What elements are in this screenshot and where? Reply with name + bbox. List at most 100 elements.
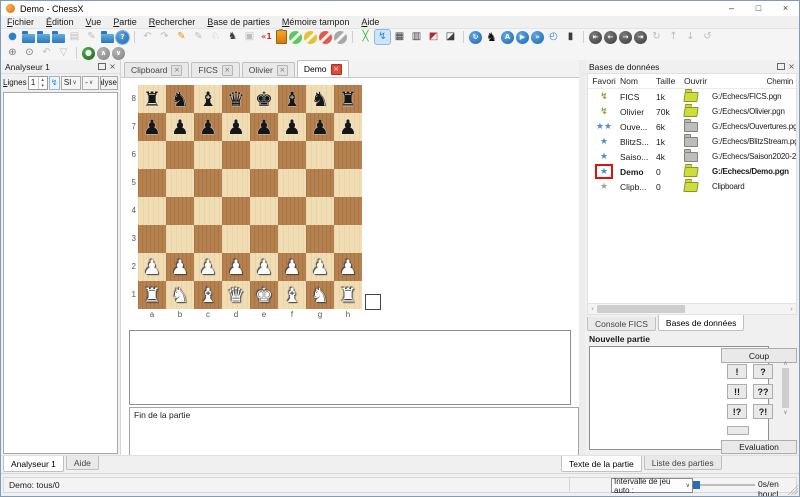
new-database-icon[interactable]: ● bbox=[5, 30, 20, 44]
database-row-clipb[interactable]: ★Clipb...0Clipboard bbox=[588, 179, 796, 194]
square-f3[interactable] bbox=[278, 225, 306, 253]
engine-match-icon[interactable]: ♞ bbox=[225, 30, 240, 44]
filter-gray-icon[interactable] bbox=[334, 31, 347, 44]
auto-respond-icon[interactable]: ◴ bbox=[546, 30, 561, 44]
square-b5[interactable] bbox=[166, 169, 194, 197]
horizontal-scrollbar[interactable]: ‹ › bbox=[587, 303, 797, 315]
filter-yellow-icon[interactable] bbox=[304, 31, 317, 44]
square-g4[interactable] bbox=[306, 197, 334, 225]
square-e7[interactable]: ♟ bbox=[250, 113, 278, 141]
close-icon[interactable]: × bbox=[222, 65, 233, 76]
engine-knight-icon[interactable]: ♞ bbox=[484, 30, 499, 44]
square-e3[interactable] bbox=[250, 225, 278, 253]
menu-m-moire-tampon[interactable]: Mémoire tampon bbox=[276, 16, 356, 28]
menu-aide[interactable]: Aide bbox=[355, 16, 385, 28]
square-a2[interactable]: ♟ bbox=[138, 253, 166, 281]
autoplay-interval-slider[interactable] bbox=[693, 481, 755, 489]
tab-fics[interactable]: FICS× bbox=[191, 62, 239, 77]
auto-annotate-icon[interactable]: A bbox=[501, 31, 514, 44]
square-b6[interactable] bbox=[166, 141, 194, 169]
zoom-out-icon[interactable]: ⊙ bbox=[22, 46, 37, 60]
board-theme-icon[interactable]: ◩ bbox=[426, 30, 441, 44]
annotation-scrollbar[interactable]: ∧ ∨ bbox=[781, 360, 790, 438]
square-e6[interactable] bbox=[250, 141, 278, 169]
tab-liste-des-parties[interactable]: Liste des parties bbox=[644, 456, 722, 470]
square-g8[interactable]: ♞ bbox=[306, 85, 334, 113]
column-header-ouvrir[interactable]: Ouvrir bbox=[680, 76, 712, 86]
square-b8[interactable]: ♞ bbox=[166, 85, 194, 113]
flash-analysis-icon[interactable]: ↯ bbox=[375, 30, 390, 44]
close-database-icon[interactable] bbox=[101, 34, 114, 43]
tab-bases-de-donn-es[interactable]: Bases de données bbox=[658, 315, 744, 331]
first-move-icon[interactable]: ⇤ bbox=[589, 31, 602, 44]
square-h6[interactable] bbox=[334, 141, 362, 169]
tab-demo[interactable]: Demo× bbox=[297, 60, 349, 77]
engine-start-icon[interactable]: ● bbox=[82, 47, 95, 60]
close-button[interactable]: × bbox=[772, 1, 799, 16]
tab-analyseur-1[interactable]: Analyseur 1 bbox=[3, 456, 64, 472]
square-f4[interactable] bbox=[278, 197, 306, 225]
square-h4[interactable] bbox=[334, 197, 362, 225]
minimize-button[interactable]: – bbox=[718, 1, 745, 16]
square-a4[interactable] bbox=[138, 197, 166, 225]
open-folder-icon[interactable] bbox=[683, 182, 698, 192]
square-h5[interactable] bbox=[334, 169, 362, 197]
menu-rechercher[interactable]: Rechercher bbox=[143, 16, 202, 28]
square-d6[interactable] bbox=[222, 141, 250, 169]
square-g2[interactable]: ♟ bbox=[306, 253, 334, 281]
favorite-icon[interactable]: ★ bbox=[600, 182, 608, 192]
favorite-icon[interactable]: ↯ bbox=[600, 92, 608, 102]
square-d2[interactable]: ♟ bbox=[222, 253, 250, 281]
autoplay-interval-select[interactable]: Intervalle de jeu auto : ∨ bbox=[611, 478, 693, 493]
favorite-icon[interactable]: ★ bbox=[600, 167, 608, 177]
square-a5[interactable] bbox=[138, 169, 166, 197]
menu-partie[interactable]: Partie bbox=[107, 16, 143, 28]
square-c5[interactable] bbox=[194, 169, 222, 197]
scrollbar-thumb[interactable] bbox=[782, 368, 789, 408]
square-g5[interactable] bbox=[306, 169, 334, 197]
folder-icon[interactable] bbox=[684, 137, 698, 147]
spin-down-icon[interactable]: ▾ bbox=[39, 83, 47, 89]
square-g3[interactable] bbox=[306, 225, 334, 253]
square-e2[interactable]: ♟ bbox=[250, 253, 278, 281]
square-b4[interactable] bbox=[166, 197, 194, 225]
menu-fichier[interactable]: Fichier bbox=[1, 16, 40, 28]
folder-icon[interactable] bbox=[684, 122, 698, 132]
square-d7[interactable]: ♟ bbox=[222, 113, 250, 141]
close-panel-icon[interactable]: × bbox=[786, 61, 797, 72]
open-database-icon[interactable] bbox=[22, 34, 35, 43]
square-c2[interactable]: ♟ bbox=[194, 253, 222, 281]
annotation-button-brilliant-move[interactable]: !! bbox=[727, 384, 747, 399]
square-h1[interactable]: ♜ bbox=[334, 281, 362, 309]
square-d3[interactable] bbox=[222, 225, 250, 253]
tab-clipboard[interactable]: Clipboard× bbox=[124, 62, 189, 77]
float-panel-icon[interactable] bbox=[96, 61, 107, 72]
database-row-blitzs[interactable]: ★BlitzS...1kG:/Echecs/BlitzStream.pgn bbox=[588, 134, 796, 149]
annotation-button-good-move[interactable]: ! bbox=[727, 364, 747, 379]
tab-olivier[interactable]: Olivier× bbox=[242, 62, 295, 77]
square-f2[interactable]: ♟ bbox=[278, 253, 306, 281]
square-f6[interactable] bbox=[278, 141, 306, 169]
filter-green-icon[interactable] bbox=[289, 31, 302, 44]
square-h2[interactable]: ♟ bbox=[334, 253, 362, 281]
fit-view-icon[interactable]: ╳ bbox=[358, 30, 373, 44]
open-pgn-icon[interactable] bbox=[37, 34, 50, 43]
column-header-taille[interactable]: Taille bbox=[656, 76, 680, 86]
square-c7[interactable]: ♟ bbox=[194, 113, 222, 141]
square-c6[interactable] bbox=[194, 141, 222, 169]
annotation-button-interesting-move[interactable]: !? bbox=[727, 404, 747, 419]
square-e5[interactable] bbox=[250, 169, 278, 197]
scroll-up-icon[interactable]: ∧ bbox=[97, 47, 110, 60]
square-f8[interactable]: ♝ bbox=[278, 85, 306, 113]
close-panel-icon[interactable]: × bbox=[107, 61, 118, 72]
square-e1[interactable]: ♚ bbox=[250, 281, 278, 309]
close-icon[interactable]: × bbox=[331, 64, 342, 75]
help-icon[interactable]: ? bbox=[116, 31, 129, 44]
square-d1[interactable]: ♛ bbox=[222, 281, 250, 309]
database-row-olivier[interactable]: ↯Olivier70kG:/Echecs/Olivier.pgn bbox=[588, 104, 796, 119]
square-a6[interactable] bbox=[138, 141, 166, 169]
square-d5[interactable] bbox=[222, 169, 250, 197]
square-g7[interactable]: ♟ bbox=[306, 113, 334, 141]
scrollbar-thumb[interactable] bbox=[597, 305, 685, 313]
analyse-button[interactable]: Analyse bbox=[100, 76, 118, 90]
